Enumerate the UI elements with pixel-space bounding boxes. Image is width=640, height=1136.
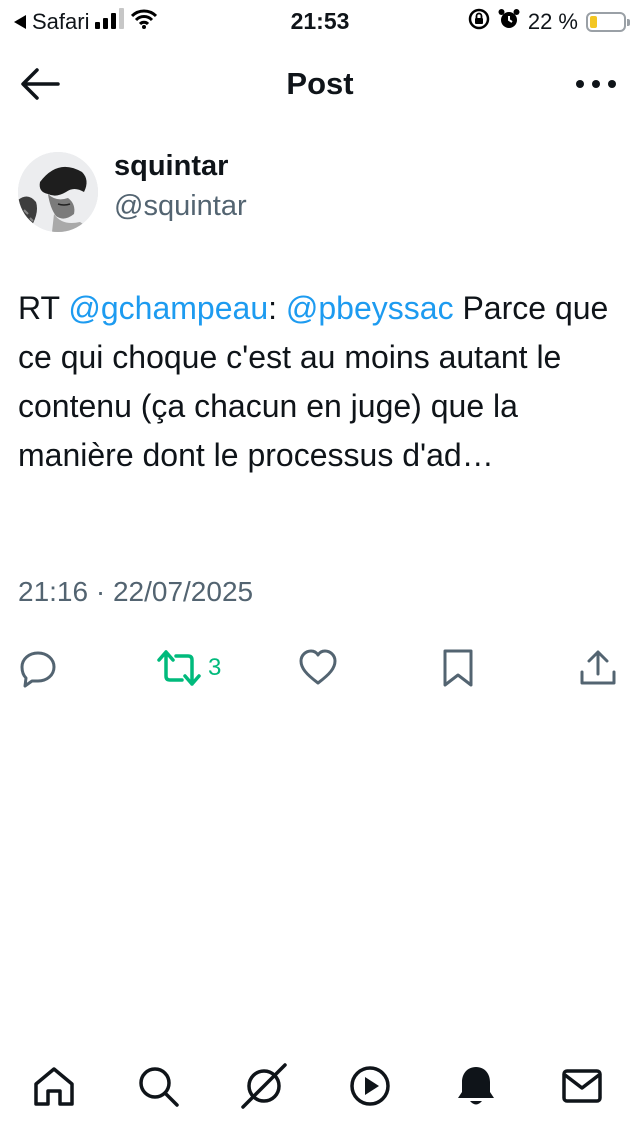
- tab-home[interactable]: [30, 1064, 78, 1112]
- more-button[interactable]: [574, 66, 618, 102]
- mention-separator: :: [268, 290, 286, 326]
- like-button[interactable]: [298, 644, 338, 692]
- bookmark-button[interactable]: [438, 644, 478, 692]
- video-icon: [348, 1064, 392, 1113]
- reply-button[interactable]: [18, 644, 58, 692]
- battery-percent: 22 %: [527, 9, 578, 34]
- home-icon: [32, 1064, 76, 1113]
- alarm-icon: [498, 8, 520, 36]
- battery-fill: [590, 16, 597, 28]
- battery-nub: [627, 19, 630, 26]
- messages-icon: [560, 1064, 604, 1113]
- rt-prefix: RT: [18, 290, 69, 326]
- reply-icon: [18, 648, 58, 688]
- status-right: 22 %: [468, 8, 630, 36]
- top-nav: Post: [0, 52, 640, 116]
- battery-icon: [586, 12, 630, 32]
- bottom-tab-bar: [0, 1058, 640, 1118]
- tab-messages[interactable]: [558, 1064, 606, 1112]
- bookmark-icon: [438, 648, 478, 688]
- post-text: RT @gchampeau: @pbeyssac Parce que ce qu…: [18, 284, 618, 480]
- avatar[interactable]: [18, 152, 98, 232]
- author-handle[interactable]: @squintar: [114, 190, 247, 223]
- tab-notifications[interactable]: [452, 1064, 500, 1112]
- tab-grok[interactable]: [240, 1062, 288, 1112]
- grok-icon: [239, 1061, 289, 1116]
- search-icon: [136, 1064, 180, 1113]
- retweet-icon: [156, 648, 202, 688]
- mention-link[interactable]: @pbeyssac: [286, 290, 454, 326]
- share-icon: [578, 648, 618, 688]
- tab-video[interactable]: [346, 1064, 394, 1112]
- page-title: Post: [286, 66, 354, 101]
- post-timestamp: 21:16 · 22/07/2025: [18, 576, 254, 607]
- mention-link[interactable]: @gchampeau: [68, 290, 268, 326]
- status-bar: Safari 21:53 22 %: [0, 0, 640, 44]
- notifications-icon: [454, 1064, 498, 1113]
- retweet-button[interactable]: 3: [156, 644, 221, 692]
- action-bar: 3: [0, 640, 640, 696]
- rotation-lock-icon: [468, 8, 490, 36]
- share-button[interactable]: [578, 644, 618, 692]
- more-horizontal-icon: [574, 80, 618, 106]
- author-name[interactable]: squintar: [114, 150, 228, 183]
- tab-search[interactable]: [134, 1064, 182, 1112]
- heart-icon: [298, 648, 338, 688]
- retweet-count: 3: [208, 654, 222, 681]
